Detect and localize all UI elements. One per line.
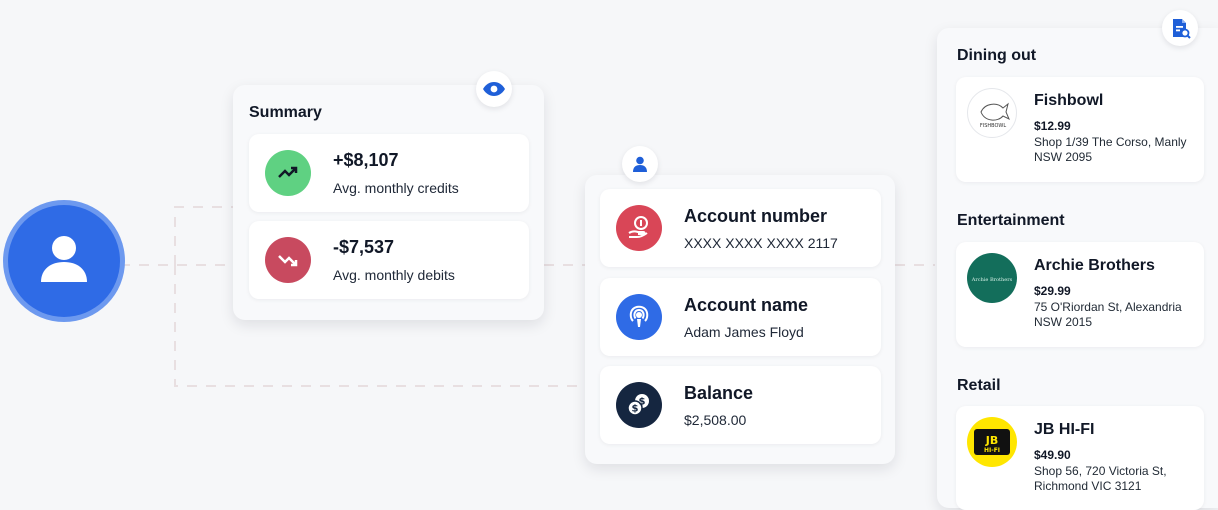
debits-label: Avg. monthly debits	[333, 267, 455, 283]
summary-panel: Summary +$8,107 Avg. monthly credits -$7…	[233, 71, 544, 320]
dining-merchant-name: Fishbowl	[1034, 92, 1104, 109]
balance-title: Balance	[684, 383, 754, 403]
entertainment-merchant-name: Archie Brothers	[1034, 257, 1155, 274]
dining-price: $12.99	[1034, 119, 1071, 133]
account-name-title: Account name	[684, 295, 809, 315]
fishbowl-logo: FISHBOWL	[967, 88, 1017, 138]
fishbowl-logo-text: FISHBOWL	[980, 123, 1007, 129]
entertainment-title: Entertainment	[957, 212, 1065, 229]
svg-text:$: $	[632, 404, 639, 415]
avatar	[8, 205, 120, 317]
archie-brothers-logo-text: Archie Brothers	[971, 277, 1013, 283]
entertainment-address: 75 O'Riordan St, Alexandria NSW 2015	[1034, 300, 1182, 329]
debits-amount: -$7,537	[333, 237, 395, 257]
view-summary-button[interactable]	[476, 71, 512, 107]
view-statement-button[interactable]	[1162, 10, 1198, 46]
dining-address: Shop 1/39 The Corso, Manly NSW 2095	[1034, 135, 1187, 164]
retail-merchant-name: JB HI-FI	[1034, 421, 1095, 438]
balance-card: $ $ Balance $2,508.00	[600, 366, 881, 444]
credits-amount: +$8,107	[333, 150, 399, 170]
credits-card: +$8,107 Avg. monthly credits	[249, 134, 529, 212]
entertainment-price: $29.99	[1034, 284, 1071, 298]
credits-label: Avg. monthly credits	[333, 180, 459, 196]
retail-merchant-card[interactable]: JB HI-FI JB HI-FI $49.90 Shop 56, 720 Vi…	[956, 406, 1204, 510]
dining-merchant-card[interactable]: FISHBOWL Fishbowl $12.99 Shop 1/39 The C…	[956, 77, 1204, 182]
archie-brothers-logo: Archie Brothers	[967, 253, 1017, 303]
dining-title: Dining out	[957, 47, 1037, 64]
trending-down-icon	[265, 237, 311, 283]
svg-text:$: $	[639, 397, 646, 408]
account-number-value: XXXX XXXX XXXX 2117	[684, 235, 838, 251]
eye-icon	[483, 82, 505, 96]
debits-card: -$7,537 Avg. monthly debits	[249, 221, 529, 299]
trending-up-icon	[265, 150, 311, 196]
retail-title: Retail	[957, 377, 1001, 394]
account-name-value: Adam James Floyd	[684, 324, 804, 340]
user-icon	[633, 156, 647, 172]
podcast-icon	[616, 294, 662, 340]
retail-address: Shop 56, 720 Victoria St, Richmond VIC 3…	[1034, 464, 1167, 493]
document-search-icon	[1173, 19, 1191, 39]
user-icon	[41, 236, 87, 282]
balance-value: $2,508.00	[684, 412, 747, 428]
spending-panel: Dining out FISHBOWL Fishbowl $12.99 Shop…	[937, 10, 1218, 510]
retail-price: $49.90	[1034, 448, 1071, 462]
svg-text:HI-FI: HI-FI	[984, 447, 1000, 454]
hand-coin-icon	[616, 205, 662, 251]
account-number-title: Account number	[684, 206, 828, 226]
entertainment-merchant-card[interactable]: Archie Brothers Archie Brothers $29.99 7…	[956, 242, 1204, 347]
coins-icon: $ $	[616, 382, 662, 428]
account-name-card: Account name Adam James Floyd	[600, 278, 881, 356]
svg-text:JB: JB	[985, 434, 998, 447]
account-owner-button[interactable]	[622, 146, 658, 182]
jb-hifi-logo: JB HI-FI	[967, 417, 1017, 467]
account-number-card: Account number XXXX XXXX XXXX 2117	[600, 189, 881, 267]
account-panel: Account number XXXX XXXX XXXX 2117 Accou…	[585, 146, 895, 464]
summary-title: Summary	[249, 104, 322, 121]
